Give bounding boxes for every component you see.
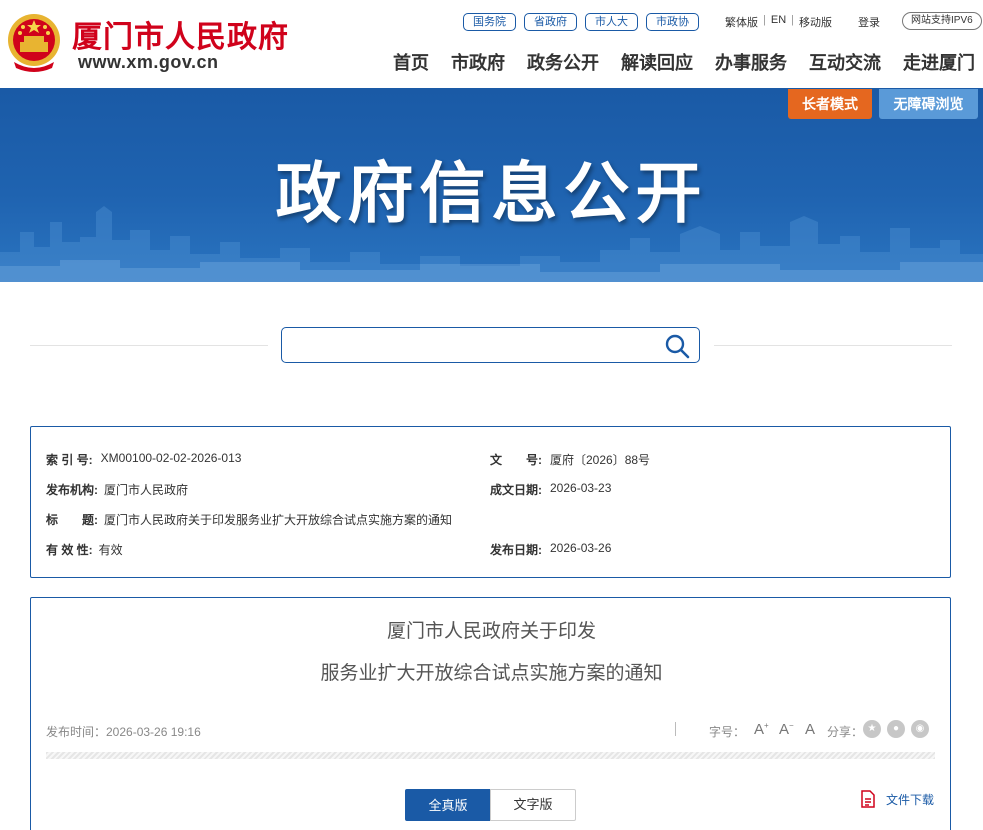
site-name[interactable]: 厦门市人民政府 — [72, 12, 289, 56]
meta-written-date: 成文日期: 2026-03-23 — [490, 481, 611, 498]
publish-time: 发布时间：2026-03-26 19:16 — [46, 725, 201, 739]
quick-link-npc[interactable]: 市人大 — [585, 13, 638, 31]
login-link[interactable]: 登录 — [858, 14, 880, 30]
font-increase-button[interactable]: A+ — [754, 721, 769, 738]
meta-publish-date: 发布日期: 2026-03-26 — [490, 541, 611, 558]
meta-label: 发布日期: — [490, 543, 542, 557]
meta-value: 厦门市人民政府 — [104, 483, 189, 497]
meta-doc-number: 文 号: 厦府〔2026〕88号 — [490, 451, 650, 468]
font-large-label: A — [754, 721, 765, 738]
search-input[interactable] — [288, 332, 648, 358]
main-nav: 首页 市政府 政务公开 解读回应 办事服务 互动交流 走进厦门 — [393, 49, 975, 75]
font-reset-button[interactable]: A — [805, 721, 815, 738]
divider — [714, 345, 952, 346]
meta-label: 有 效 性: — [46, 543, 93, 557]
separator: | — [791, 14, 794, 26]
meta-label: 文 号: — [490, 453, 542, 467]
separator: | — [763, 14, 766, 26]
quick-link-province[interactable]: 省政府 — [524, 13, 577, 31]
font-size-label: 字号： — [709, 725, 746, 739]
meta-index: 索 引 号: XM00100-02-02-2026-013 — [46, 451, 241, 468]
document-title-line-1: 厦门市人民政府关于印发 — [386, 620, 596, 642]
nav-services[interactable]: 办事服务 — [715, 49, 787, 75]
ipv6-badge: 网站支持IPV6 — [902, 12, 982, 30]
share-wechat-icon[interactable]: ● — [887, 720, 905, 738]
meta-label: 成文日期: — [490, 483, 542, 497]
nav-city-government[interactable]: 市政府 — [451, 49, 505, 75]
pdf-file-icon — [861, 790, 875, 808]
minus-icon: − — [789, 721, 794, 730]
tab-full-version[interactable]: 全真版 — [405, 789, 491, 821]
meta-value: 2026-03-23 — [550, 481, 612, 495]
font-decrease-button[interactable]: A− — [779, 721, 794, 738]
quick-links: 国务院 省政府 市人大 市政协 — [463, 13, 699, 31]
mobile-link[interactable]: 移动版 — [799, 14, 832, 30]
document-title-line-2: 服务业扩大开放综合试点实施方案的通知 — [320, 662, 663, 684]
nav-government-affairs[interactable]: 政务公开 — [527, 49, 599, 75]
divider — [675, 722, 676, 736]
national-emblem-icon[interactable] — [6, 12, 62, 72]
share-weibo-icon[interactable]: ◉ — [911, 720, 929, 738]
quick-link-cppcc[interactable]: 市政协 — [646, 13, 699, 31]
meta-value: 2026-03-26 — [550, 541, 612, 555]
font-small-label: A — [779, 721, 790, 738]
share-label: 分享： — [827, 725, 864, 739]
english-link[interactable]: EN — [771, 14, 786, 30]
meta-label: 索 引 号: — [46, 453, 93, 467]
nav-interpretation[interactable]: 解读回应 — [621, 49, 693, 75]
banner-title: 政府信息公开 — [275, 156, 708, 230]
meta-value: XM00100-02-02-2026-013 — [100, 451, 242, 465]
share-star-icon[interactable]: ★ — [863, 720, 881, 738]
meta-value: 厦门市人民政府关于印发服务业扩大开放综合试点实施方案的通知 — [104, 513, 453, 527]
nav-about-xiamen[interactable]: 走进厦门 — [903, 49, 975, 75]
plus-icon: + — [764, 721, 769, 730]
meta-title: 标 题: 厦门市人民政府关于印发服务业扩大开放综合试点实施方案的通知 — [46, 511, 452, 528]
file-download-link[interactable]: 文件下载 — [860, 790, 934, 808]
meta-label: 标 题: — [46, 513, 98, 527]
meta-value: 厦府〔2026〕88号 — [550, 453, 651, 467]
quick-link-state-council[interactable]: 国务院 — [463, 13, 516, 31]
meta-publisher: 发布机构: 厦门市人民政府 — [46, 481, 188, 498]
elder-mode-button[interactable]: 长者模式 — [788, 89, 872, 119]
search-box — [281, 327, 700, 363]
site-url[interactable]: www.xm.gov.cn — [78, 52, 219, 73]
site-header: 厦门市人民政府 www.xm.gov.cn 国务院 省政府 市人大 市政协 繁体… — [0, 0, 983, 88]
download-label: 文件下载 — [886, 792, 935, 807]
meta-value: 有效 — [98, 543, 123, 557]
traditional-chinese-link[interactable]: 繁体版 — [725, 14, 758, 30]
meta-validity: 有 效 性: 有效 — [46, 541, 123, 558]
accessible-browse-button[interactable]: 无障碍浏览 — [879, 89, 978, 119]
divider — [30, 345, 268, 346]
striped-divider — [46, 752, 935, 759]
util-links: 繁体版 | EN | 移动版 — [725, 14, 832, 30]
meta-label: 发布机构: — [46, 483, 98, 497]
nav-interaction[interactable]: 互动交流 — [809, 49, 881, 75]
nav-home[interactable]: 首页 — [393, 49, 429, 75]
search-icon[interactable] — [664, 333, 690, 359]
banner: 政府信息公开 长者模式 无障碍浏览 — [0, 88, 983, 282]
tab-text-version[interactable]: 文字版 — [490, 789, 576, 821]
